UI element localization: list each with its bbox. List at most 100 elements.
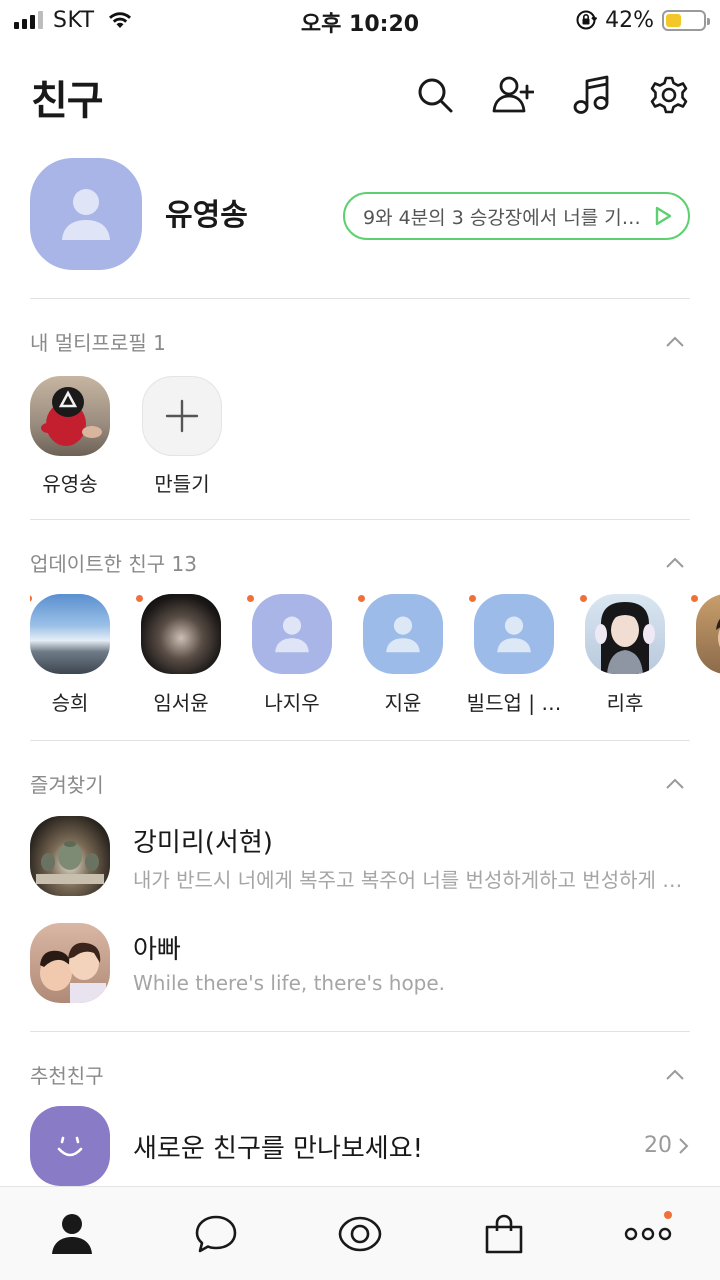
friend-photo <box>252 594 332 674</box>
friend-status-message: 내가 반드시 너에게 복주고 복주어 너를 번성하게하고 번성하게 하리라 <box>133 868 690 892</box>
default-avatar-icon <box>275 616 309 653</box>
eye-icon <box>338 1216 382 1252</box>
new-update-dot <box>136 595 143 602</box>
add-friend-icon[interactable] <box>492 74 534 116</box>
more-tab[interactable] <box>576 1187 720 1280</box>
friend-name: 임서윤 <box>153 691 209 715</box>
recommended-header[interactable]: 추천친구 <box>30 1060 690 1090</box>
new-update-dot <box>469 595 476 602</box>
new-update-dot <box>580 595 587 602</box>
chevron-up-icon[interactable] <box>664 552 686 574</box>
recommended-text: 새로운 친구를 만나보세요! <box>133 1134 424 1164</box>
tab-bar <box>0 1186 720 1280</box>
section-title: 내 멀티프로필 1 <box>30 331 166 355</box>
updated-friend-item[interactable]: 지윤 <box>358 594 445 716</box>
chevron-up-icon[interactable] <box>664 331 686 353</box>
multi-profile-item[interactable]: 유영송 <box>30 376 110 497</box>
friend-photo <box>30 816 110 896</box>
new-badge-dot <box>664 1211 672 1219</box>
section-title: 업데이트한 친구 13 <box>30 552 197 576</box>
search-icon[interactable] <box>414 74 456 116</box>
favorites-header[interactable]: 즐겨찾기 <box>30 769 690 799</box>
friend-photo <box>30 594 110 674</box>
plus-icon <box>165 399 199 433</box>
battery-percent: 42% <box>605 7 654 33</box>
new-update-dot <box>358 595 365 602</box>
avatar[interactable] <box>30 158 142 270</box>
updated-friends-list: 승희 임서윤 나지우 지윤 빌드업 | … 리후 <box>30 594 720 724</box>
chevron-up-icon[interactable] <box>664 1064 686 1086</box>
new-update-dot <box>30 595 32 602</box>
divider <box>30 519 690 520</box>
person-photo-image <box>595 602 655 674</box>
friend-name: 나지우 <box>264 691 320 715</box>
multi-profile-label: 유영송 <box>42 472 98 496</box>
updated-friend-item[interactable]: 임서윤 <box>136 594 223 716</box>
new-update-dot <box>691 595 698 602</box>
multi-profile-list: 유영송 만들기 <box>30 376 222 497</box>
friend-photo <box>363 594 443 674</box>
plus-button[interactable] <box>142 376 222 456</box>
new-update-dot <box>247 595 254 602</box>
friends-tab[interactable] <box>0 1187 144 1280</box>
friend-photo <box>474 594 554 674</box>
favorite-friend-item[interactable]: 아빠 While there's life, there's hope. <box>30 923 690 1005</box>
battery-level <box>666 13 682 27</box>
create-multi-profile-button[interactable]: 만들기 <box>142 376 222 497</box>
person-icon <box>52 1214 92 1254</box>
updated-friends-header[interactable]: 업데이트한 친구 13 <box>30 548 690 578</box>
friend-photo <box>585 594 665 674</box>
settings-icon[interactable] <box>648 74 690 116</box>
friend-status-message: While there's life, there's hope. <box>133 971 446 995</box>
header: 친구 <box>0 60 720 140</box>
favorite-friend-item[interactable]: 강미리(서현) 내가 반드시 너에게 복주고 복주어 너를 번성하게하고 번성하… <box>30 816 690 898</box>
divider <box>30 740 690 741</box>
updated-friend-item[interactable]: 리후 <box>580 594 667 716</box>
play-icon <box>655 206 672 226</box>
section-title: 추천친구 <box>30 1064 104 1088</box>
multi-profile-header[interactable]: 내 멀티프로필 1 <box>30 327 690 357</box>
view-tab[interactable] <box>288 1187 432 1280</box>
pottery-photo-image <box>36 841 104 884</box>
friend-name: 승희 <box>51 691 89 715</box>
shopping-bag-icon <box>485 1214 523 1254</box>
friend-name: 아빠 <box>133 935 181 965</box>
page-title: 친구 <box>31 78 104 124</box>
friend-photo <box>30 923 110 1003</box>
friend-name: 빌드업 | … <box>466 691 562 715</box>
status-bar: SKT 오후 10:20 42% <box>0 0 720 40</box>
chevron-up-icon[interactable] <box>664 773 686 795</box>
updated-friend-item[interactable]: 빌드업 | … <box>467 594 561 716</box>
person-photo-image <box>716 618 720 648</box>
profile-photo <box>30 376 110 456</box>
recommended-count: 20 <box>644 1133 672 1158</box>
smile-icon <box>30 1106 110 1186</box>
divider <box>30 298 690 299</box>
friend-photo <box>696 594 720 674</box>
updated-friend-item[interactable]: 나지우 <box>247 594 334 716</box>
battery-icon <box>662 9 710 31</box>
profile-music-button[interactable]: 9와 4분의 3 승강장에서 너를 기다려 <box>343 192 690 240</box>
music-icon[interactable] <box>570 74 612 116</box>
rotation-lock-icon <box>576 10 598 30</box>
recommended-friends-row[interactable]: 새로운 친구를 만나보세요! 20 <box>30 1106 690 1186</box>
friend-photo <box>141 594 221 674</box>
shopping-tab[interactable] <box>432 1187 576 1280</box>
section-title: 즐겨찾기 <box>30 773 104 797</box>
updated-friend-item[interactable]: ju <box>691 594 720 711</box>
friend-name: 강미리(서현) <box>133 828 273 858</box>
friend-name: 지윤 <box>384 691 422 715</box>
chats-tab[interactable] <box>144 1187 288 1280</box>
divider <box>30 1031 690 1032</box>
profile-name: 유영송 <box>165 198 248 233</box>
my-profile[interactable]: 유영송 9와 4분의 3 승강장에서 너를 기다려 <box>30 158 690 272</box>
default-avatar-icon <box>497 616 531 653</box>
speech-bubble-icon <box>195 1215 237 1253</box>
default-avatar-icon <box>386 616 420 653</box>
profile-music-title: 9와 4분의 3 승강장에서 너를 기다려 <box>363 206 646 229</box>
person-photo-image <box>40 942 106 1003</box>
updated-friend-item[interactable]: 승희 <box>30 594 112 716</box>
friend-name: 리후 <box>606 691 644 715</box>
squid-game-figure-image <box>41 387 102 446</box>
create-label: 만들기 <box>154 472 210 496</box>
